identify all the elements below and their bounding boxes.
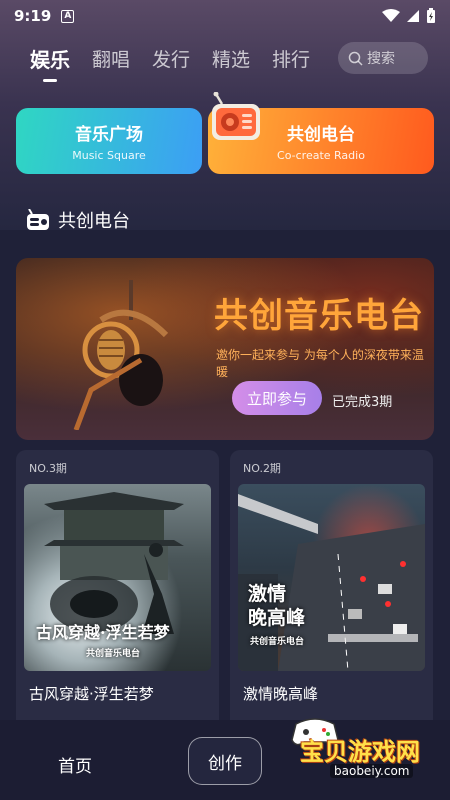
episode-art-caption-line1: 激情 [248, 583, 287, 605]
episode-art-caption: 古风穿越·浮生若梦 [36, 623, 170, 642]
watermark-text: 宝贝游戏网 [300, 738, 420, 766]
episode-art-subcaption: 共创音乐电台 [86, 649, 141, 659]
signal-icon [407, 10, 419, 22]
episode-cover: 古风穿越·浮生若梦 共创音乐电台 [24, 484, 211, 671]
radio-banner[interactable]: 共创音乐电台 邀你一起来参与 为每个人的深夜带来温暖 立即参与 已完成3期 [16, 258, 434, 440]
top-nav: 娱乐 翻唱 发行 精选 排行 搜索 [0, 36, 450, 80]
banner-title: 共创音乐电台 [214, 296, 424, 336]
banner-subtitle: 邀你一起来参与 为每个人的深夜带来温暖 [216, 348, 424, 379]
music-square-subtitle: Music Square [72, 149, 146, 162]
episode-art-caption-line2: 晚高峰 [248, 607, 306, 629]
microphone-icon [73, 280, 169, 430]
episode-card-3[interactable]: NO.3期 古风穿越·浮生若梦 共创音乐电台 古风穿越·浮生若梦 [16, 450, 219, 740]
completed-count: 已完成3期 [332, 395, 393, 410]
status-icons [382, 8, 436, 24]
cocreate-radio-subtitle: Co-create Radio [277, 149, 365, 162]
episode-title: 激情晚高峰 [243, 685, 319, 703]
section-title: 共创电台 [58, 211, 130, 232]
search-box[interactable]: 搜索 [338, 42, 428, 74]
episode-number: NO.3期 [29, 462, 67, 475]
search-placeholder: 搜索 [367, 51, 395, 67]
watermark: 宝贝游戏网 baobeiy.com [290, 718, 440, 792]
episode-number: NO.2期 [243, 462, 281, 475]
tab-entertainment[interactable]: 娱乐 [30, 44, 70, 73]
music-square-title: 音乐广场 [75, 125, 143, 145]
search-icon [348, 51, 363, 66]
episode-title: 古风穿越·浮生若梦 [29, 685, 154, 703]
tab-featured[interactable]: 精选 [212, 45, 250, 72]
episode-card-2[interactable]: NO.2期 激情 晚高峰 共创音乐电台 激情晚高峰 [230, 450, 433, 740]
music-square-card[interactable]: 音乐广场 Music Square [16, 108, 202, 174]
tab-cover[interactable]: 翻唱 [92, 45, 130, 72]
wifi-icon [382, 9, 400, 22]
section-header: 共创电台 [26, 207, 130, 233]
tab-ranking[interactable]: 排行 [272, 45, 310, 72]
status-bar: 9:19 A [0, 0, 450, 32]
episode-art-subcaption: 共创音乐电台 [250, 637, 305, 647]
cocreate-radio-title: 共创电台 [287, 125, 355, 145]
join-button[interactable]: 立即参与 [232, 381, 322, 415]
status-time: 9:19 [14, 7, 52, 25]
episode-cover: 激情 晚高峰 共创音乐电台 [238, 484, 425, 671]
entry-cards: 音乐广场 Music Square 共创电台 Co-create Radio [16, 92, 434, 174]
episode-art-caption: 激情 晚高峰 [248, 582, 305, 630]
battery-icon [427, 8, 435, 23]
radio-icon [212, 92, 260, 140]
create-button[interactable]: 创作 [188, 737, 262, 785]
radio-section-icon [27, 209, 49, 230]
tab-home[interactable]: 首页 [58, 752, 92, 777]
cocreate-radio-card[interactable]: 共创电台 Co-create Radio [208, 92, 434, 174]
tab-release[interactable]: 发行 [152, 45, 190, 72]
notification-badge: A [61, 9, 75, 23]
watermark-url: baobeiy.com [330, 764, 414, 778]
